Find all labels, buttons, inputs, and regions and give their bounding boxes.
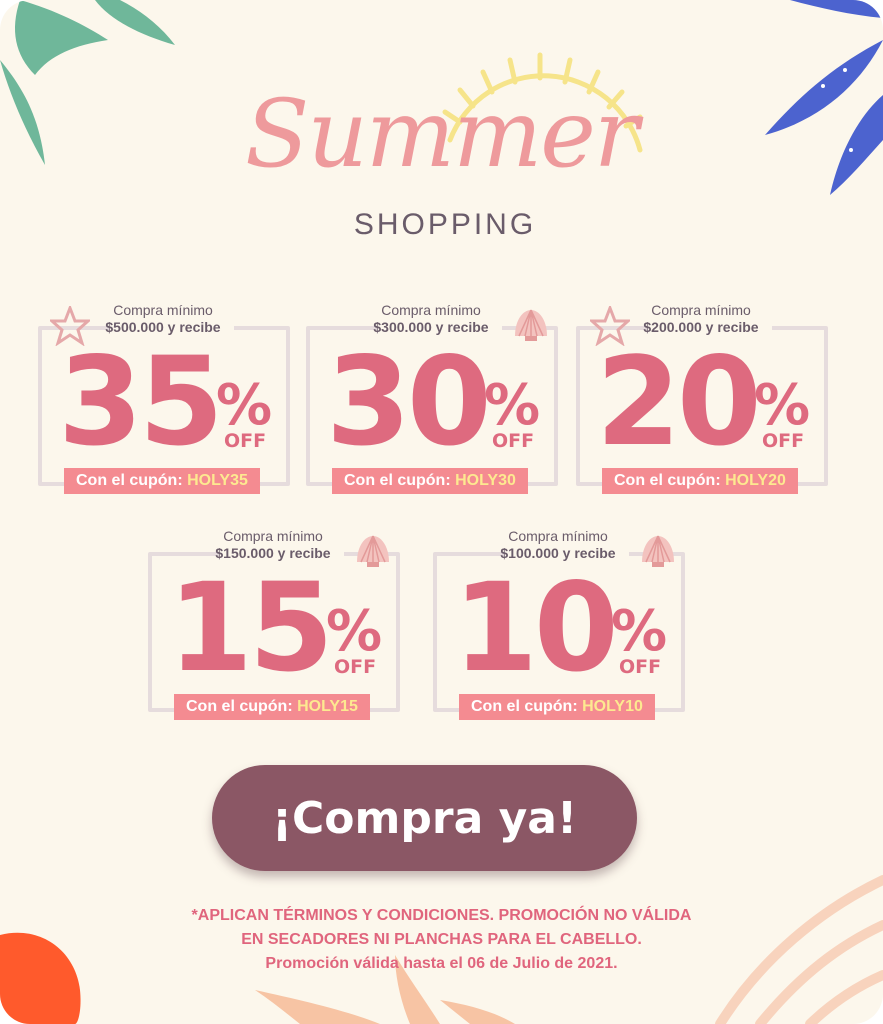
discount-number: 35 [58,331,224,473]
discount-number: 20 [596,331,762,473]
coupon-code-label: Con el cupón: [614,472,721,489]
percent-sign: % [216,373,273,438]
seashell-icon [515,309,547,341]
title-script: Summer [245,80,639,189]
coupon-card: Compra mínimo $150.000 y recibe 15 % OFF… [148,528,408,728]
coupon-code: HOLY35 [187,472,248,489]
promo-card: Summer SHOPPING Compra mínimo $500.000 y… [0,0,883,1024]
terms-line: *APLICAN TÉRMINOS Y CONDICIONES. PROMOCI… [191,907,692,924]
off-label: OFF [762,430,805,452]
coupon-code-box[interactable]: Con el cupón: HOLY15 [174,694,370,720]
coupon-code-label: Con el cupón: [186,698,293,715]
minimum-label: Compra mínimo [113,302,213,318]
orange-blob-shape [0,932,81,1024]
seashell-icon [642,535,674,567]
discount-number: 30 [326,331,492,473]
percent-sign: % [611,599,668,664]
coupon-code-box[interactable]: Con el cupón: HOLY30 [332,468,528,494]
minimum-label: Compra mínimo [223,528,323,544]
percent-sign: % [326,599,383,664]
off-label: OFF [224,430,267,452]
coupon-code: HOLY30 [455,472,516,489]
coupon-code-box[interactable]: Con el cupón: HOLY35 [64,468,260,494]
green-leaf-icon [0,0,175,165]
coupon-code-box[interactable]: Con el cupón: HOLY20 [602,468,798,494]
coupon-card: Compra mínimo $200.000 y recibe 20 % OFF… [576,302,836,502]
percent-sign: % [484,373,541,438]
minimum-label: Compra mínimo [508,528,608,544]
coupon-card: Compra mínimo $300.000 y recibe 30 % OFF… [306,302,566,502]
discount-number: 10 [453,557,619,699]
coupon-code-label: Con el cupón: [76,472,183,489]
minimum-label: Compra mínimo [651,302,751,318]
terms-text: *APLICAN TÉRMINOS Y CONDICIONES. PROMOCI… [150,904,733,976]
coupon-code-label: Con el cupón: [344,472,451,489]
off-label: OFF [619,656,662,678]
coupon-code-box[interactable]: Con el cupón: HOLY10 [459,694,655,720]
coupon-card: Compra mínimo $100.000 y recibe 10 % OFF… [433,528,693,728]
coupon-card: Compra mínimo $500.000 y recibe 35 % OFF… [38,302,298,502]
coupon-code: HOLY10 [582,698,643,715]
blue-leaf-icon [765,0,883,195]
terms-line: EN SECADORES NI PLANCHAS PARA EL CABELLO… [241,931,642,948]
terms-line: Promoción válida hasta el 06 de Julio de… [265,955,618,972]
buy-now-button[interactable]: ¡Compra ya! [212,765,637,871]
coupon-code: HOLY15 [297,698,358,715]
title-subtitle: SHOPPING [353,208,537,241]
off-label: OFF [492,430,535,452]
percent-sign: % [754,373,811,438]
coupon-code-label: Con el cupón: [471,698,578,715]
seashell-icon [357,535,389,567]
coupon-code: HOLY20 [725,472,786,489]
discount-number: 15 [168,557,334,699]
minimum-label: Compra mínimo [381,302,481,318]
wave-lines-shape [715,875,883,1024]
off-label: OFF [334,656,377,678]
